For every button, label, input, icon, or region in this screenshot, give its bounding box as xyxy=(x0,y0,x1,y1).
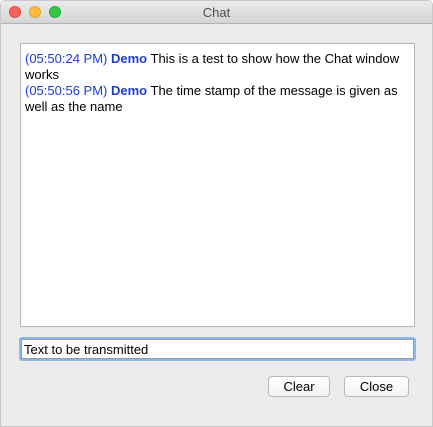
chat-window: Chat (05:50:24 PM) Demo This is a test t… xyxy=(0,0,433,427)
chat-message: (05:50:56 PM) Demo The time stamp of the… xyxy=(25,83,410,115)
clear-button[interactable]: Clear xyxy=(268,376,330,397)
chat-message: (05:50:24 PM) Demo This is a test to sho… xyxy=(25,51,410,83)
message-timestamp: (05:50:24 PM) xyxy=(25,51,108,66)
message-sender: Demo xyxy=(111,83,148,98)
message-input[interactable] xyxy=(21,339,414,359)
message-input-frame xyxy=(19,337,416,361)
chat-log[interactable]: (05:50:24 PM) Demo This is a test to sho… xyxy=(20,43,415,327)
message-sender: Demo xyxy=(111,51,148,66)
window-title: Chat xyxy=(202,5,231,20)
title-bar: Chat xyxy=(1,1,432,24)
close-button[interactable]: Close xyxy=(344,376,409,397)
message-timestamp: (05:50:56 PM) xyxy=(25,83,108,98)
